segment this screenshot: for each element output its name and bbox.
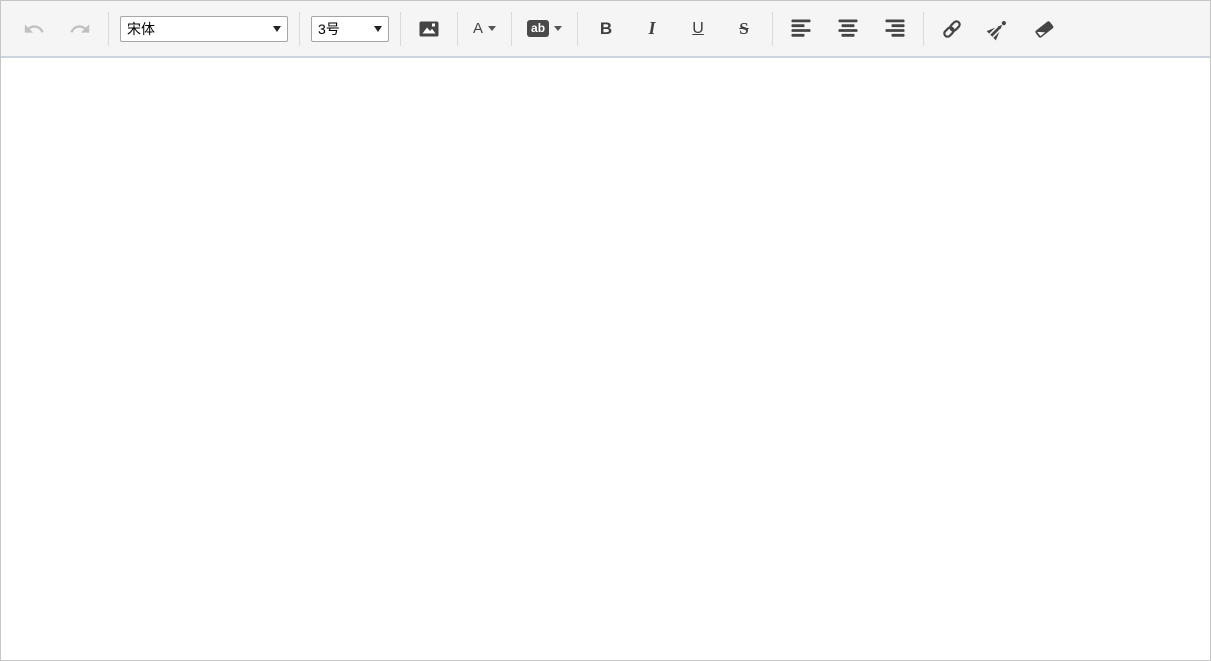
eraser-button[interactable] [1027,12,1061,46]
brush-icon [986,17,1010,41]
toolbar-separator [511,11,513,46]
font-size-select[interactable]: 3号 [311,15,389,42]
history-group [17,12,97,46]
insert-tools-group [935,12,1061,46]
toolbar-separator [923,11,925,46]
highlight-color-button[interactable]: ab [523,12,566,46]
format-brush-button[interactable] [981,12,1015,46]
bold-label: B [599,18,613,38]
underline-label: U [692,19,704,37]
underline-button[interactable]: U [681,12,715,46]
insert-image-button[interactable] [412,12,446,46]
undo-icon [23,18,45,40]
editor-toolbar: 宋体 3号 A ab B I U S [1,1,1210,58]
align-center-icon [838,19,858,38]
align-right-icon [885,19,905,38]
italic-label: I [648,18,656,38]
redo-button[interactable] [63,12,97,46]
link-icon [940,17,964,41]
redo-icon [69,18,91,40]
strikethrough-label: S [739,18,749,38]
strikethrough-button[interactable]: S [727,12,761,46]
toolbar-separator [108,11,109,46]
align-center-button[interactable] [831,12,865,46]
align-right-button[interactable] [878,12,912,46]
editor-content[interactable] [1,58,1210,660]
align-left-icon [791,19,811,38]
image-icon [417,17,441,41]
align-left-button[interactable] [784,12,818,46]
bold-button[interactable]: B [589,12,623,46]
font-family-select[interactable]: 宋体 [120,15,288,42]
text-style-group: B I U S [589,12,761,46]
link-button[interactable] [935,12,969,46]
toolbar-separator [772,11,774,46]
chevron-down-icon [554,26,563,31]
toolbar-separator [400,11,401,46]
font-color-button[interactable]: A [469,12,500,46]
toolbar-separator [577,11,579,46]
italic-button[interactable]: I [635,12,669,46]
undo-button[interactable] [17,12,51,46]
chevron-down-icon [488,26,497,31]
toolbar-separator [299,11,300,46]
font-size-select-wrap: 3号 [311,15,389,42]
toolbar-separator [457,11,458,46]
highlight-badge: ab [527,20,550,37]
font-family-select-wrap: 宋体 [120,15,288,42]
alignment-group [784,12,912,46]
eraser-icon [1032,17,1056,41]
rich-text-editor: 宋体 3号 A ab B I U S [0,0,1211,661]
font-color-label: A [473,20,484,37]
